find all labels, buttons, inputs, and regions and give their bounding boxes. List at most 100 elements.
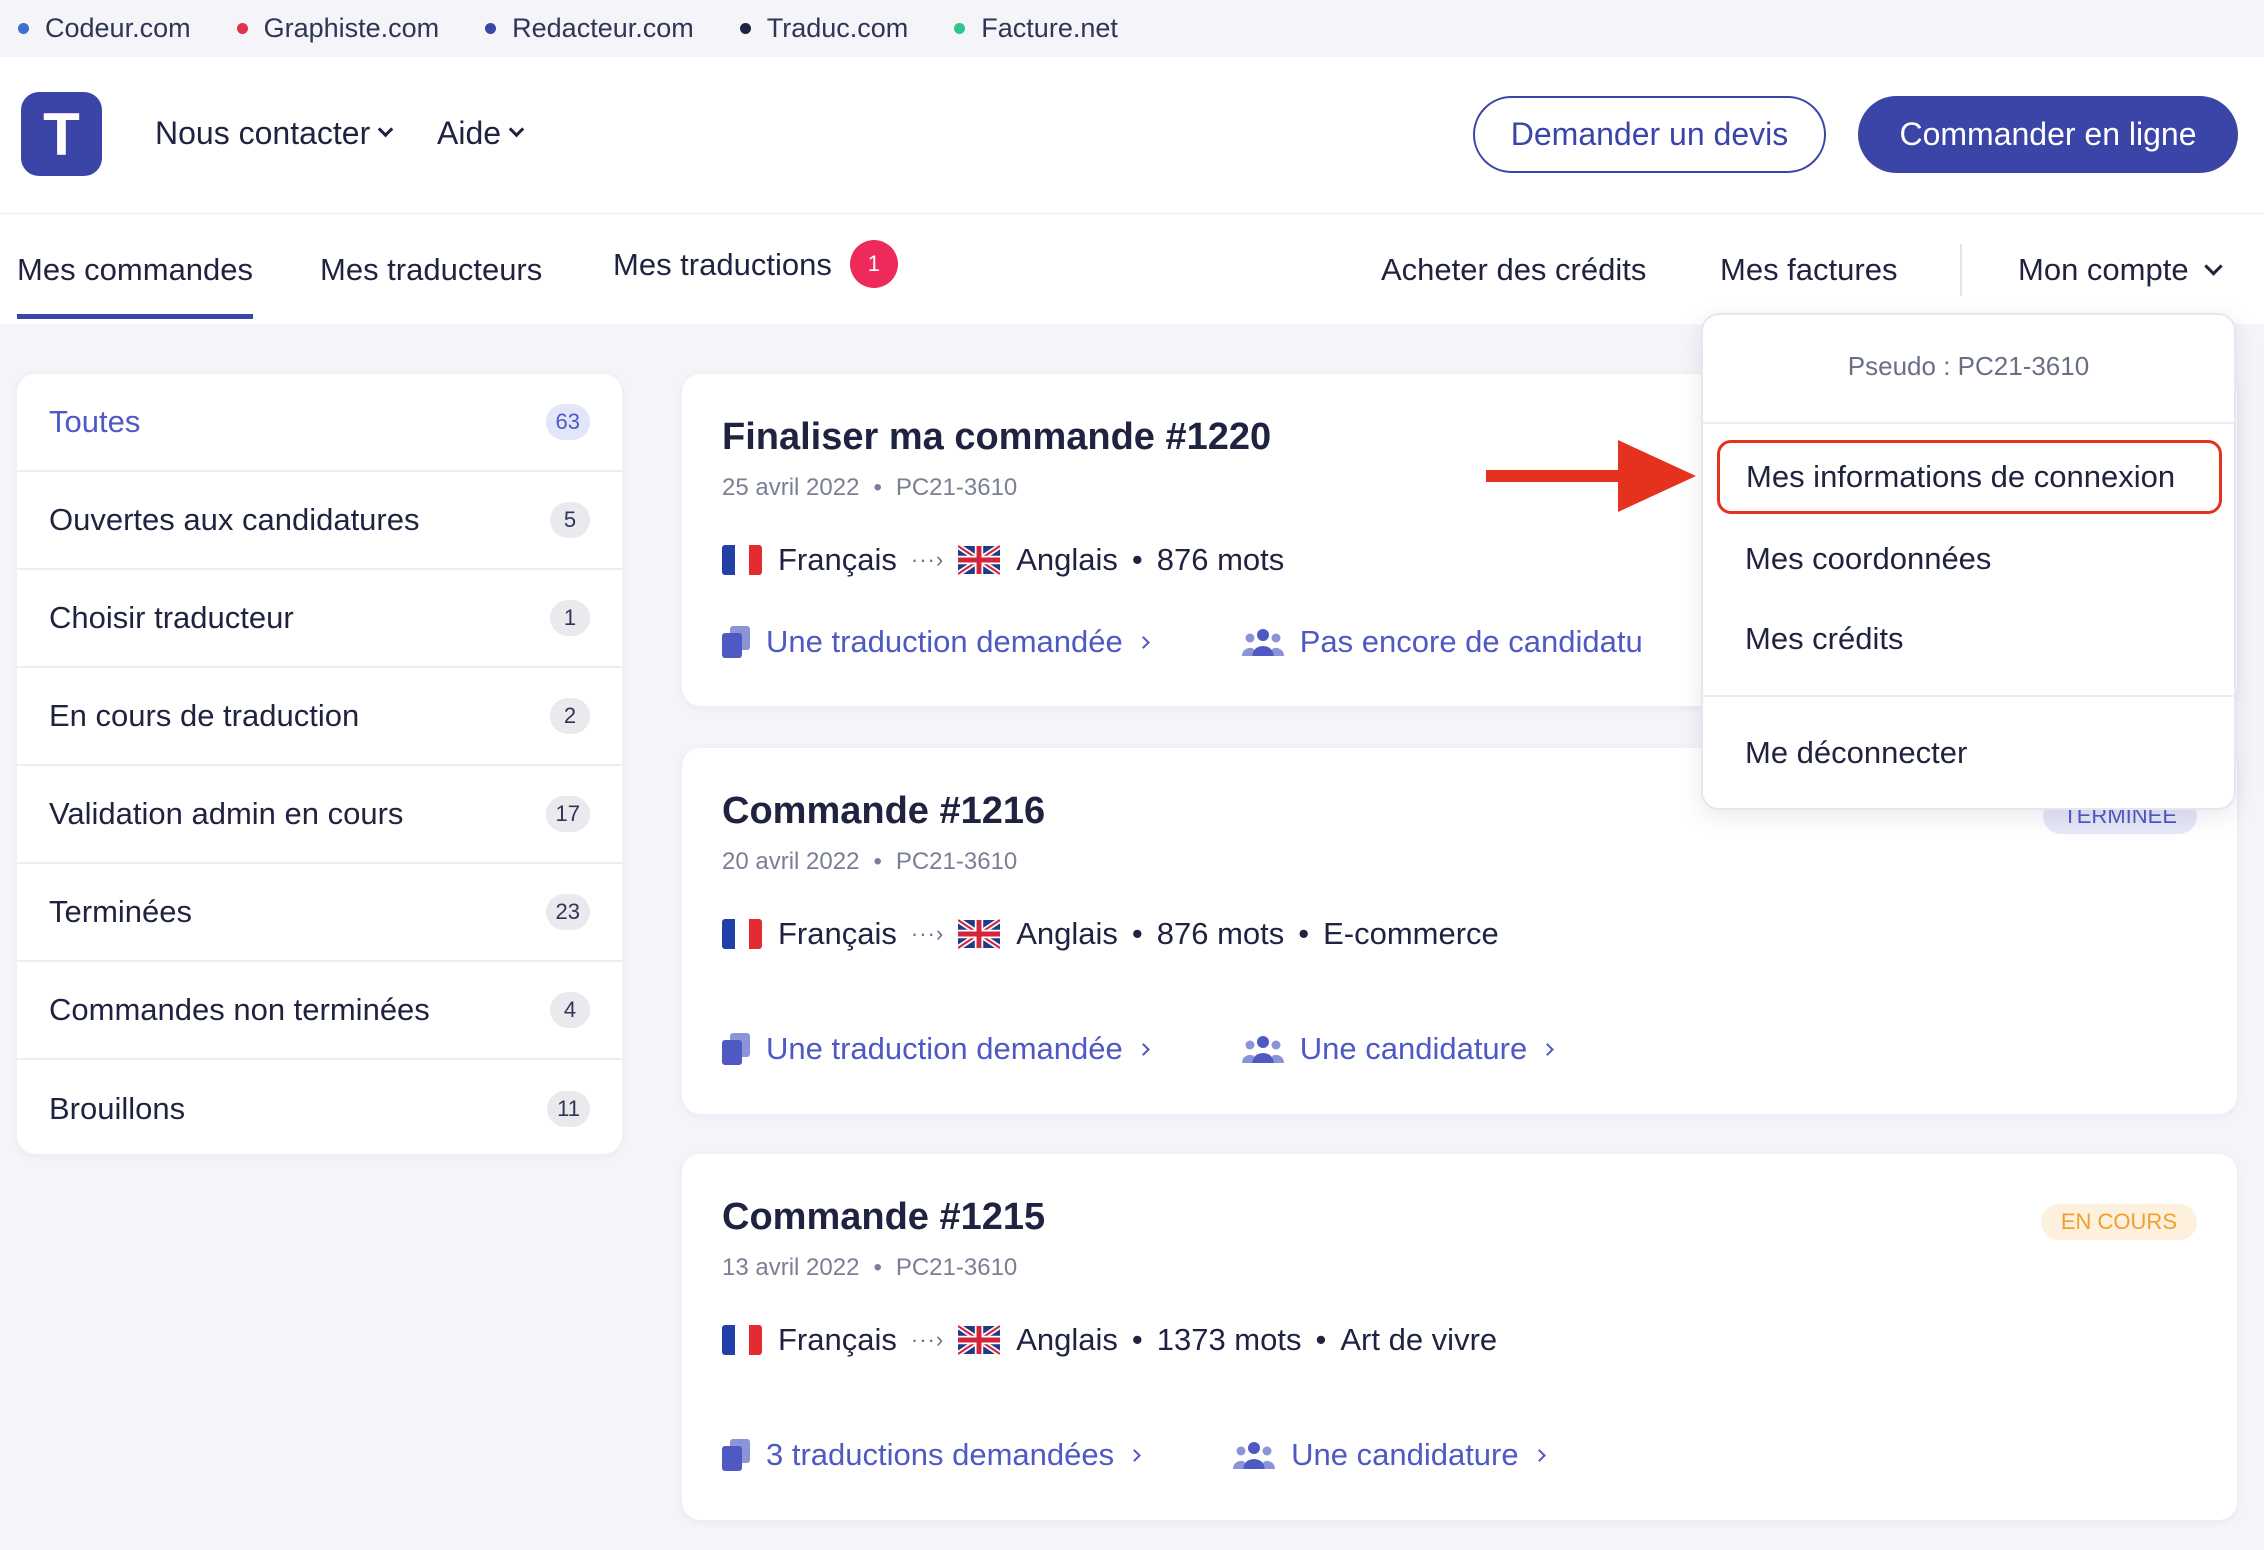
document-copy-icon [722,1439,750,1471]
filter-count: 11 [547,1091,590,1127]
account-dropdown-menu: Pseudo : PC21-3610 Mes informations de c… [1701,313,2236,810]
menu-item-credits[interactable]: Mes crédits [1745,621,1903,657]
main-tabs: Mes commandes Mes traducteurs Mes traduc… [0,214,2264,324]
document-copy-icon [722,626,750,658]
chevron-down-icon [377,121,394,138]
france-flag-icon [722,1325,762,1355]
tab-translations-label: Mes traductions [613,247,832,283]
france-flag-icon [722,919,762,949]
filter-label: En cours de traduction [49,698,360,733]
order-languages: Français ···› Anglais • 876 mots • E-com… [722,916,1499,952]
translations-link[interactable]: Une traduction demandée [766,624,1123,660]
order-links: Une traduction demandée Pas encore de ca… [722,624,1643,660]
tab-orders[interactable]: Mes commandes [17,252,254,319]
menu-item-contact-details[interactable]: Mes coordonnées [1745,541,1991,577]
filter-label: Ouvertes aux candidatures [49,502,420,537]
filter-label: Toutes [49,404,141,439]
network-label: Redacteur.com [512,13,694,43]
applications-link[interactable]: Une candidature [1300,1031,1528,1067]
contact-menu[interactable]: Nous contacter [155,115,394,152]
order-card[interactable]: Commande #1215 EN COURS 13 avril 2022 • PC… [682,1154,2237,1520]
filter-label: Commandes non terminées [49,992,430,1027]
filter-all[interactable]: Toutes 63 [17,374,622,472]
dot-icon [739,23,751,34]
network-label: Traduc.com [766,13,909,43]
menu-item-login-info[interactable]: Mes informations de connexion [1717,440,2222,514]
order-links: 3 traductions demandées Une candidature [722,1437,1546,1473]
filter-completed[interactable]: Terminées 23 [17,864,622,962]
order-title[interactable]: Commande #1216 [722,790,1045,833]
france-flag-icon [722,545,762,575]
network-label: Graphiste.com [263,13,440,43]
word-count: 876 mots [1156,542,1285,577]
target-language: Anglais [1016,1322,1118,1357]
applications-link[interactable]: Pas encore de candidatu [1300,624,1643,660]
translations-link[interactable]: Une traduction demandée [766,1031,1123,1067]
network-link-facture[interactable]: Facture.net [954,13,1118,44]
filter-open[interactable]: Ouvertes aux candidatures 5 [17,472,622,570]
tab-buy-credits[interactable]: Acheter des crédits [1381,252,1646,288]
menu-divider [1703,695,2234,697]
order-date: 20 avril 2022 [722,848,860,875]
order-languages: Français ···› Anglais • 1373 mots • Art … [722,1322,1497,1358]
order-online-button[interactable]: Commander en ligne [1858,96,2238,173]
filter-label: Brouillons [49,1091,186,1126]
network-bar: Codeur.com Graphiste.com Redacteur.com T… [0,0,2264,57]
tab-translations[interactable]: Mes traductions 1 [613,240,898,288]
order-theme: Art de vivre [1340,1322,1498,1357]
chevron-right-icon [1532,1448,1546,1462]
filter-admin-validation[interactable]: Validation admin en cours 17 [17,766,622,864]
network-link-codeur[interactable]: Codeur.com [18,13,191,44]
chevron-right-icon [1541,1042,1555,1056]
word-count: 1373 mots [1156,1322,1302,1357]
order-title[interactable]: Finaliser ma commande #1220 [722,416,1271,459]
filter-not-completed[interactable]: Commandes non terminées 4 [17,962,622,1060]
network-link-traduc[interactable]: Traduc.com [739,13,909,44]
tab-account[interactable]: Mon compte [2018,252,2223,288]
network-link-redacteur[interactable]: Redacteur.com [485,13,694,44]
help-menu[interactable]: Aide [437,115,525,152]
request-quote-button[interactable]: Demander un devis [1473,96,1826,173]
order-meta: 20 avril 2022 • PC21-3610 [722,848,1018,875]
notification-badge: 1 [849,240,898,288]
menu-item-logout[interactable]: Me déconnecter [1745,735,1967,771]
target-language: Anglais [1016,916,1118,951]
uk-flag-icon [958,919,1001,949]
users-group-icon [1241,629,1284,656]
tab-translators[interactable]: Mes traducteurs [320,252,542,288]
filter-choose-translator[interactable]: Choisir traducteur 1 [17,570,622,668]
source-language: Français [778,916,897,951]
network-label: Facture.net [981,13,1118,43]
logo-letter: T [43,100,80,168]
tab-invoices[interactable]: Mes factures [1720,252,1897,288]
order-filter-sidebar: Toutes 63 Ouvertes aux candidatures 5 Choi… [17,374,622,1154]
order-date: 13 avril 2022 [722,1254,860,1281]
menu-divider [1703,422,2234,424]
network-label: Codeur.com [45,13,191,43]
filter-drafts[interactable]: Brouillons 11 [17,1060,622,1154]
filter-label: Validation admin en cours [49,796,404,831]
order-title[interactable]: Commande #1215 [722,1196,1045,1239]
target-language: Anglais [1016,542,1118,577]
source-language: Français [778,542,897,577]
applications-link[interactable]: Une candidature [1291,1437,1519,1473]
order-links: Une traduction demandée Une candidature [722,1031,1555,1067]
chevron-right-icon [1136,635,1150,649]
account-pseudo: Pseudo : PC21-3610 [1847,351,2090,381]
document-copy-icon [722,1033,750,1065]
translations-link[interactable]: 3 traductions demandées [766,1437,1114,1473]
chevron-down-icon [2203,257,2223,277]
network-link-graphiste[interactable]: Graphiste.com [236,13,440,44]
word-count: 876 mots [1156,916,1285,951]
users-group-icon [1241,1036,1284,1063]
traduc-logo[interactable]: T [21,92,102,176]
dot-icon [236,23,248,34]
order-theme: E-commerce [1323,916,1499,951]
filter-in-progress[interactable]: En cours de traduction 2 [17,668,622,766]
filter-count: 4 [550,992,590,1028]
filter-count: 2 [550,698,590,734]
uk-flag-icon [958,545,1001,575]
order-user: PC21-3610 [895,1254,1018,1281]
source-language: Français [778,1322,897,1357]
contact-menu-label: Nous contacter [155,115,371,151]
